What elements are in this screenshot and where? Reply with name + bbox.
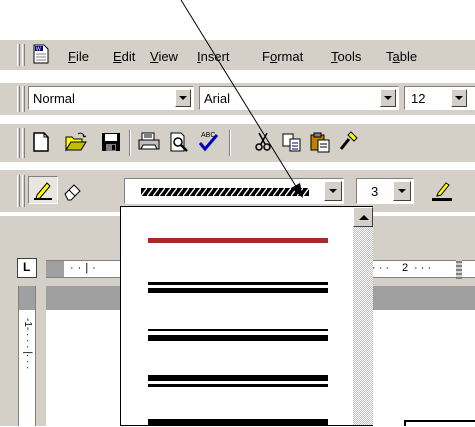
annotation-arrow	[180, 0, 303, 198]
